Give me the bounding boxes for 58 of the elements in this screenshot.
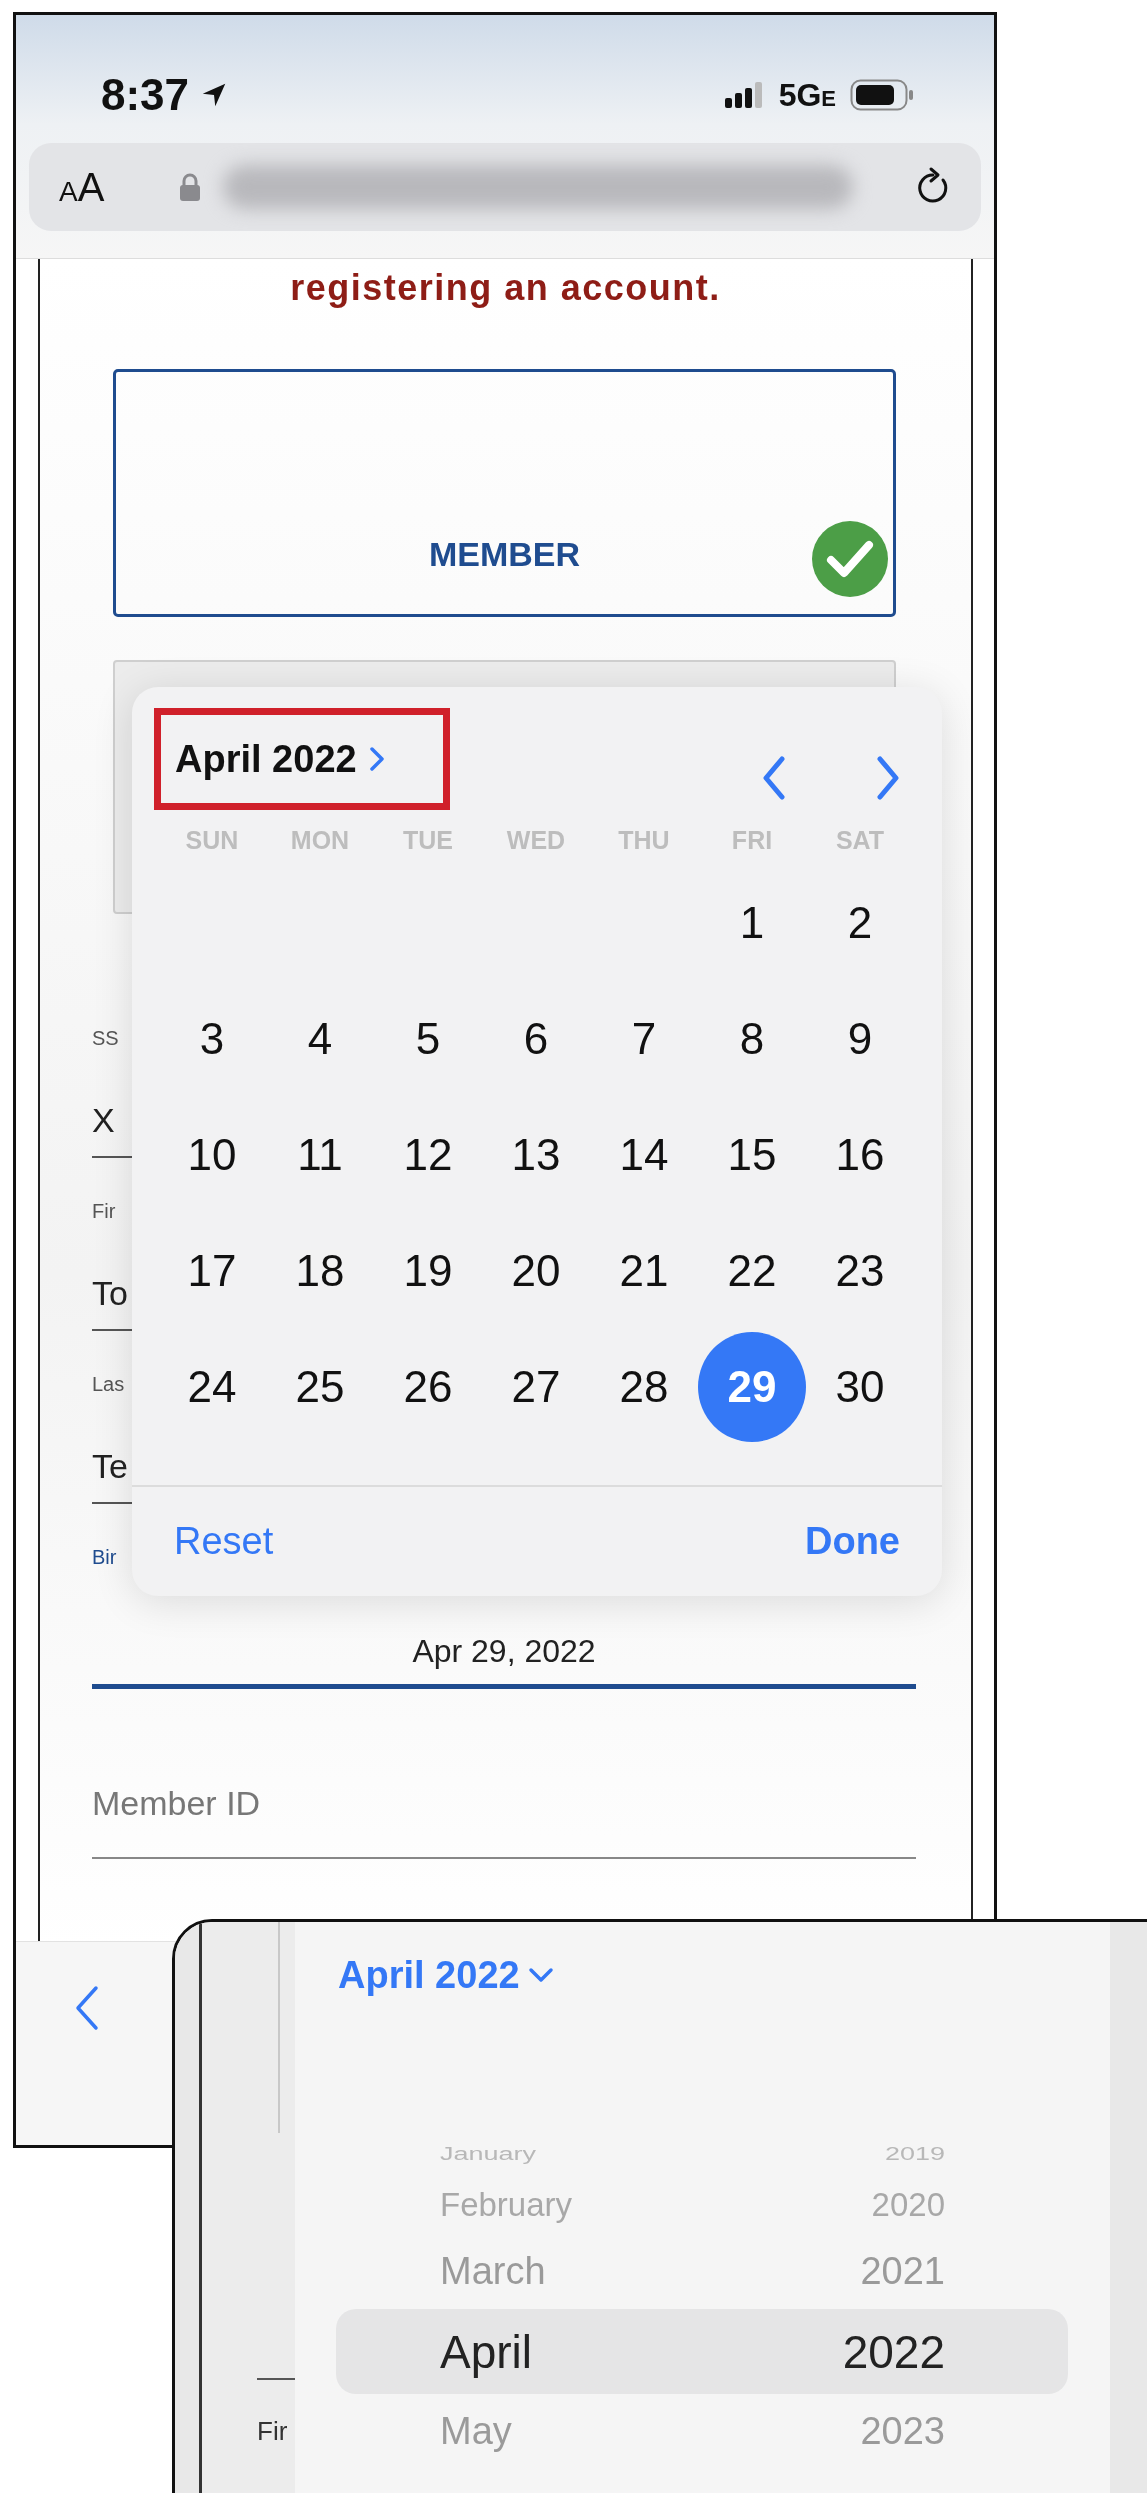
- back-icon[interactable]: [74, 1985, 100, 2031]
- calendar-day[interactable]: 30: [806, 1332, 914, 1442]
- done-button[interactable]: Done: [805, 1520, 900, 1563]
- field-label: SS: [92, 1026, 119, 1050]
- account-option[interactable]: MEMBER: [113, 369, 896, 617]
- calendar-day[interactable]: 21: [590, 1216, 698, 1326]
- calendar-day[interactable]: 12: [374, 1100, 482, 1210]
- reader-button[interactable]: AA: [59, 164, 179, 210]
- calendar-day[interactable]: 3: [158, 984, 266, 1094]
- chevron-down-icon: [527, 1967, 554, 1983]
- calendar-day[interactable]: 28: [590, 1332, 698, 1442]
- calendar-day[interactable]: 13: [482, 1100, 590, 1210]
- chevron-right-icon: [368, 746, 385, 772]
- lock-icon: [179, 172, 201, 202]
- battery-icon: [850, 79, 914, 111]
- calendar-day[interactable]: 5: [374, 984, 482, 1094]
- calendar-day[interactable]: 25: [266, 1332, 374, 1442]
- calendar-day[interactable]: 10: [158, 1100, 266, 1210]
- calendar-day[interactable]: 27: [482, 1332, 590, 1442]
- calendar-day[interactable]: 14: [590, 1100, 698, 1210]
- calendar-day[interactable]: 2: [806, 868, 914, 978]
- calendar-day[interactable]: 22: [698, 1216, 806, 1326]
- notice-text: registering an account.: [289, 268, 722, 308]
- calendar-day[interactable]: 7: [590, 984, 698, 1094]
- check-icon: [811, 520, 889, 598]
- calendar-day[interactable]: 18: [266, 1216, 374, 1326]
- year-option[interactable]: 2022: [842, 2324, 945, 2379]
- calendar-day[interactable]: 24: [158, 1332, 266, 1442]
- calendar-day[interactable]: 9: [806, 984, 914, 1094]
- status-time: 8:37: [101, 70, 190, 120]
- month-option[interactable]: April: [440, 2324, 533, 2379]
- field-label: Fir: [257, 2416, 289, 2447]
- calendar-day[interactable]: 1: [698, 868, 806, 978]
- member-id-field[interactable]: Member ID: [92, 1749, 916, 1859]
- field-label: Fir: [92, 1199, 116, 1223]
- previous-month-icon[interactable]: [762, 756, 786, 800]
- calendar-day[interactable]: 26: [374, 1332, 482, 1442]
- calendar-day[interactable]: 29: [698, 1332, 806, 1442]
- reset-button[interactable]: Reset: [174, 1520, 274, 1563]
- calendar-day[interactable]: 8: [698, 984, 806, 1094]
- calendar-day[interactable]: 11: [266, 1100, 374, 1210]
- field-label: Bir: [92, 1545, 117, 1569]
- month-year-button[interactable]: April 2022: [175, 737, 385, 781]
- next-month-icon[interactable]: [876, 756, 900, 800]
- calendar-day[interactable]: 20: [482, 1216, 590, 1326]
- field-label: Las: [92, 1372, 125, 1396]
- signal-icon: [724, 82, 765, 108]
- calendar-day[interactable]: 16: [806, 1100, 914, 1210]
- network-label: 5GE: [778, 76, 836, 114]
- calendar-day[interactable]: 17: [158, 1216, 266, 1326]
- calendar-day[interactable]: 4: [266, 984, 374, 1094]
- calendar-day[interactable]: 6: [482, 984, 590, 1094]
- input-field[interactable]: Apr 29, 2022: [92, 1629, 916, 1689]
- calendar-day[interactable]: 19: [374, 1216, 482, 1326]
- calendar-day[interactable]: 23: [806, 1216, 914, 1326]
- calendar-day[interactable]: 15: [698, 1100, 806, 1210]
- address-bar[interactable]: AA: [29, 143, 981, 231]
- month-year-button[interactable]: April 2022: [338, 1950, 554, 2000]
